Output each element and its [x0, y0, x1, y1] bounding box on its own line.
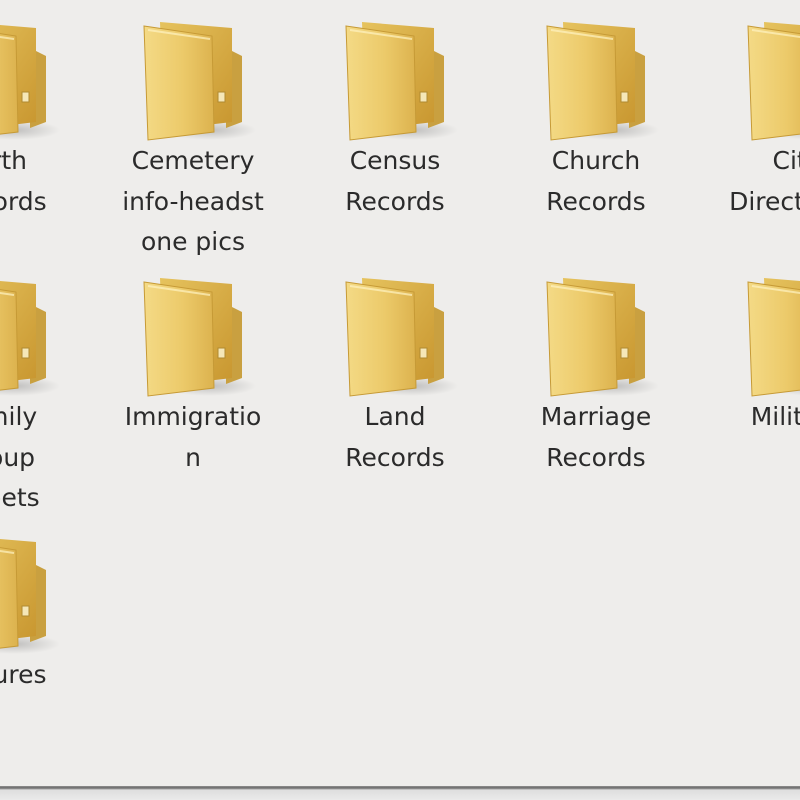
folder-view: Birth Records Cemetery info-headst one p…: [0, 0, 800, 786]
folder-label: Cemetery info-headst one pics: [122, 146, 264, 256]
folder-census-records[interactable]: Census Records: [310, 18, 480, 258]
folder-label: Immigratio n: [124, 402, 262, 472]
folder-label: Church Records: [546, 146, 646, 216]
folder-icon: [0, 274, 82, 402]
folder-cemetery-info[interactable]: Cemetery info-headst one pics: [108, 18, 278, 258]
folder-icon: [310, 274, 480, 402]
folder-military[interactable]: Military: [712, 274, 800, 514]
folder-city-directories[interactable]: City Directories: [712, 18, 800, 258]
folder-icon: [511, 18, 681, 146]
folder-icon: [0, 532, 82, 660]
folder-land-records[interactable]: Land Records: [310, 274, 480, 514]
folder-birth-records[interactable]: Birth Records: [0, 18, 82, 258]
folder-label: Birth Records: [0, 146, 47, 216]
folder-label: Military: [750, 402, 800, 431]
folder-label: City Directories: [729, 146, 800, 216]
folder-icon: [0, 18, 82, 146]
folder-church-records[interactable]: Church Records: [511, 18, 681, 258]
folder-label: Family Group Sheets: [0, 402, 40, 512]
folder-icon: [712, 274, 800, 402]
folder-label: Land Records: [345, 402, 445, 472]
folder-marriage-records[interactable]: Marriage Records: [511, 274, 681, 514]
folder-family-group-sheets[interactable]: Family Group Sheets: [0, 274, 82, 514]
folder-icon: [108, 18, 278, 146]
folder-immigration[interactable]: Immigratio n: [108, 274, 278, 514]
folder-icon: [108, 274, 278, 402]
folder-icon: [511, 274, 681, 402]
window-bottom-border: [0, 786, 800, 800]
folder-label: Census Records: [345, 146, 445, 216]
folder-label: Pictures: [0, 660, 47, 689]
folder-label: Marriage Records: [540, 402, 652, 472]
folder-pictures[interactable]: Pictures: [0, 532, 82, 772]
folder-icon: [712, 18, 800, 146]
folder-icon: [310, 18, 480, 146]
